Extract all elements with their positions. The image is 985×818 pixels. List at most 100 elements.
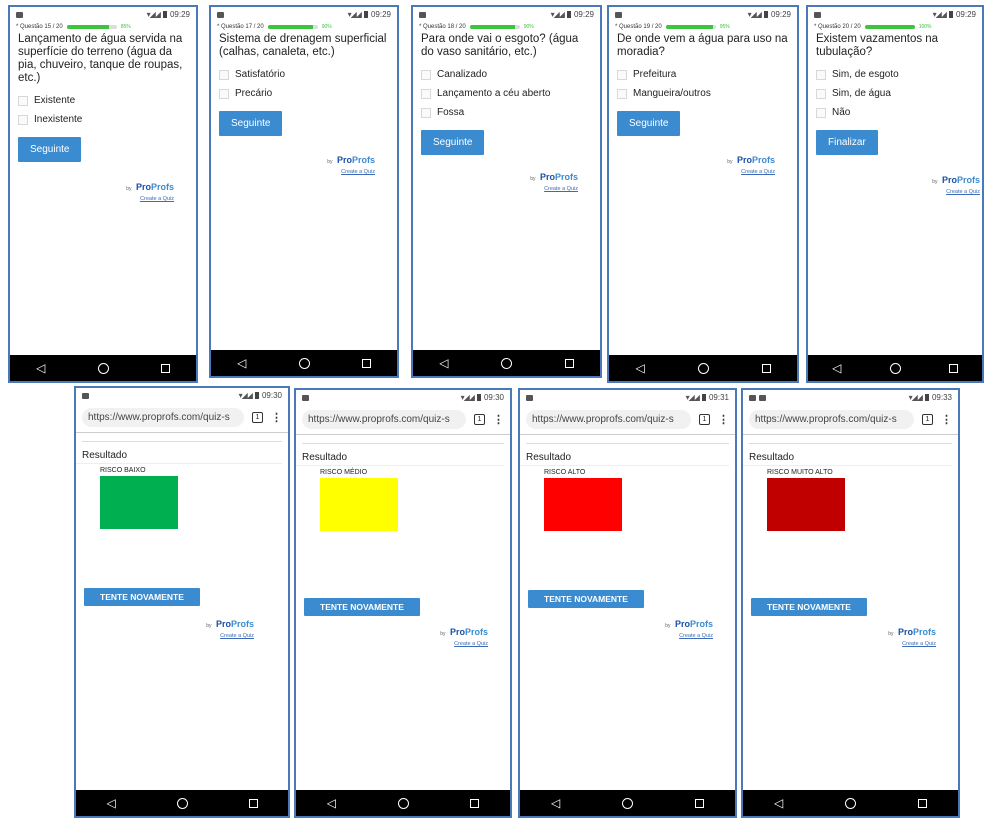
home-icon[interactable] bbox=[298, 357, 310, 369]
recents-icon[interactable] bbox=[564, 358, 574, 368]
recents-icon[interactable] bbox=[361, 358, 371, 368]
back-icon[interactable]: ◁ bbox=[551, 796, 560, 810]
create-quiz-link[interactable]: Create a Quiz bbox=[327, 169, 375, 175]
finish-button[interactable]: Finalizar bbox=[816, 130, 878, 155]
url-field[interactable]: https://www.proprofs.com/quiz-s bbox=[82, 408, 244, 427]
answer-option[interactable]: Precário bbox=[211, 84, 397, 103]
recents-icon[interactable] bbox=[248, 798, 258, 808]
create-quiz-link[interactable]: Create a Quiz bbox=[126, 196, 174, 202]
tab-count-icon[interactable]: 1 bbox=[474, 414, 485, 425]
create-quiz-link[interactable]: Create a Quiz bbox=[206, 633, 254, 639]
checkbox[interactable] bbox=[617, 88, 627, 99]
url-field[interactable]: https://www.proprofs.com/quiz-s bbox=[749, 410, 914, 429]
back-icon[interactable]: ◁ bbox=[635, 361, 644, 375]
tab-count-icon[interactable]: 1 bbox=[922, 414, 933, 425]
next-button[interactable]: Seguinte bbox=[219, 111, 283, 136]
back-icon[interactable]: ◁ bbox=[832, 361, 841, 375]
back-icon[interactable]: ◁ bbox=[237, 356, 246, 370]
answer-option[interactable]: Prefeitura bbox=[609, 65, 797, 84]
home-icon[interactable] bbox=[97, 362, 109, 374]
answer-option[interactable]: Satisfatório bbox=[211, 65, 397, 84]
create-quiz-link[interactable]: Create a Quiz bbox=[727, 169, 775, 175]
checkbox[interactable] bbox=[421, 69, 431, 80]
next-button[interactable]: Seguinte bbox=[18, 137, 82, 162]
home-icon[interactable] bbox=[622, 797, 634, 809]
more-menu-icon[interactable]: ⋮ bbox=[941, 413, 952, 426]
checkbox[interactable] bbox=[816, 107, 826, 118]
checkbox[interactable] bbox=[816, 88, 826, 99]
more-menu-icon[interactable]: ⋮ bbox=[718, 413, 729, 426]
checkbox[interactable] bbox=[421, 107, 431, 118]
home-icon[interactable] bbox=[397, 797, 409, 809]
home-icon[interactable] bbox=[176, 797, 188, 809]
checkbox[interactable] bbox=[421, 88, 431, 99]
create-quiz-link[interactable]: Create a Quiz bbox=[932, 189, 980, 195]
more-menu-icon[interactable]: ⋮ bbox=[271, 411, 282, 424]
recents-icon[interactable] bbox=[761, 363, 771, 373]
retry-button[interactable]: TENTE NOVAMENTE bbox=[304, 598, 420, 616]
risk-color-box bbox=[100, 476, 178, 529]
result-screen-very-high: ▾◢◢ 09:33 https://www.proprofs.com/quiz-s… bbox=[741, 388, 960, 818]
checkbox[interactable] bbox=[18, 114, 28, 125]
battery-icon bbox=[701, 394, 706, 401]
progress-percent: 85% bbox=[120, 23, 131, 30]
status-bar: ▾◢◢ 09:29 bbox=[413, 7, 600, 22]
answer-option[interactable]: Existente bbox=[10, 91, 196, 110]
create-quiz-link[interactable]: Create a Quiz bbox=[440, 641, 488, 647]
url-field[interactable]: https://www.proprofs.com/quiz-s bbox=[302, 410, 466, 429]
answer-option[interactable]: Mangueira/outros bbox=[609, 84, 797, 103]
checkbox[interactable] bbox=[219, 69, 229, 80]
browser-toolbar: https://www.proprofs.com/quiz-s 1 ⋮ bbox=[520, 405, 735, 435]
recents-icon[interactable] bbox=[948, 363, 958, 373]
back-icon[interactable]: ◁ bbox=[36, 361, 45, 375]
create-quiz-link[interactable]: Create a Quiz bbox=[665, 633, 713, 639]
answer-option[interactable]: Fossa bbox=[413, 103, 600, 122]
answer-option[interactable]: Inexistente bbox=[10, 110, 196, 129]
answer-option[interactable]: Sim, de esgoto bbox=[808, 65, 982, 84]
recents-icon[interactable] bbox=[918, 798, 928, 808]
retry-button[interactable]: TENTE NOVAMENTE bbox=[528, 590, 644, 608]
checkbox[interactable] bbox=[219, 88, 229, 99]
retry-button[interactable]: TENTE NOVAMENTE bbox=[751, 598, 867, 616]
risk-color-box bbox=[767, 478, 845, 531]
battery-icon bbox=[948, 11, 953, 18]
checkbox[interactable] bbox=[18, 95, 28, 106]
answer-option[interactable]: Canalizado bbox=[413, 65, 600, 84]
tab-count-icon[interactable]: 1 bbox=[699, 414, 710, 425]
answer-option[interactable]: Não bbox=[808, 103, 982, 122]
status-time: 09:29 bbox=[955, 10, 976, 19]
status-bar: ▾◢◢ 09:30 bbox=[76, 388, 288, 403]
back-icon[interactable]: ◁ bbox=[439, 356, 448, 370]
next-button[interactable]: Seguinte bbox=[421, 130, 485, 155]
back-icon[interactable]: ◁ bbox=[106, 796, 115, 810]
battery-icon bbox=[363, 11, 368, 18]
notification-icon bbox=[82, 392, 89, 399]
gallery-notification-icon bbox=[759, 394, 766, 401]
retry-button[interactable]: TENTE NOVAMENTE bbox=[84, 588, 200, 606]
home-icon[interactable] bbox=[845, 797, 857, 809]
answer-option[interactable]: Sim, de água bbox=[808, 84, 982, 103]
browser-toolbar: https://www.proprofs.com/quiz-s 1 ⋮ bbox=[76, 403, 288, 433]
recents-icon[interactable] bbox=[470, 798, 480, 808]
notification-icon bbox=[814, 11, 821, 18]
recents-icon[interactable] bbox=[695, 798, 705, 808]
checkbox[interactable] bbox=[617, 69, 627, 80]
recents-icon[interactable] bbox=[160, 363, 170, 373]
next-button[interactable]: Seguinte bbox=[617, 111, 681, 136]
url-field[interactable]: https://www.proprofs.com/quiz-s bbox=[526, 410, 691, 429]
home-icon[interactable] bbox=[889, 362, 901, 374]
back-icon[interactable]: ◁ bbox=[327, 796, 336, 810]
home-icon[interactable] bbox=[501, 357, 513, 369]
question-text: Lançamento de água servida na superfície… bbox=[18, 33, 183, 84]
more-menu-icon[interactable]: ⋮ bbox=[493, 413, 504, 426]
create-quiz-link[interactable]: Create a Quiz bbox=[530, 186, 578, 192]
status-bar: ▾◢◢ 09:29 bbox=[808, 7, 982, 22]
answer-option[interactable]: Lançamento a céu aberto bbox=[413, 84, 600, 103]
checkbox[interactable] bbox=[816, 69, 826, 80]
option-label: Satisfatório bbox=[235, 69, 286, 80]
back-icon[interactable]: ◁ bbox=[774, 796, 783, 810]
create-quiz-link[interactable]: Create a Quiz bbox=[888, 641, 936, 647]
option-label: Inexistente bbox=[34, 114, 83, 125]
tab-count-icon[interactable]: 1 bbox=[252, 412, 263, 423]
home-icon[interactable] bbox=[697, 362, 709, 374]
